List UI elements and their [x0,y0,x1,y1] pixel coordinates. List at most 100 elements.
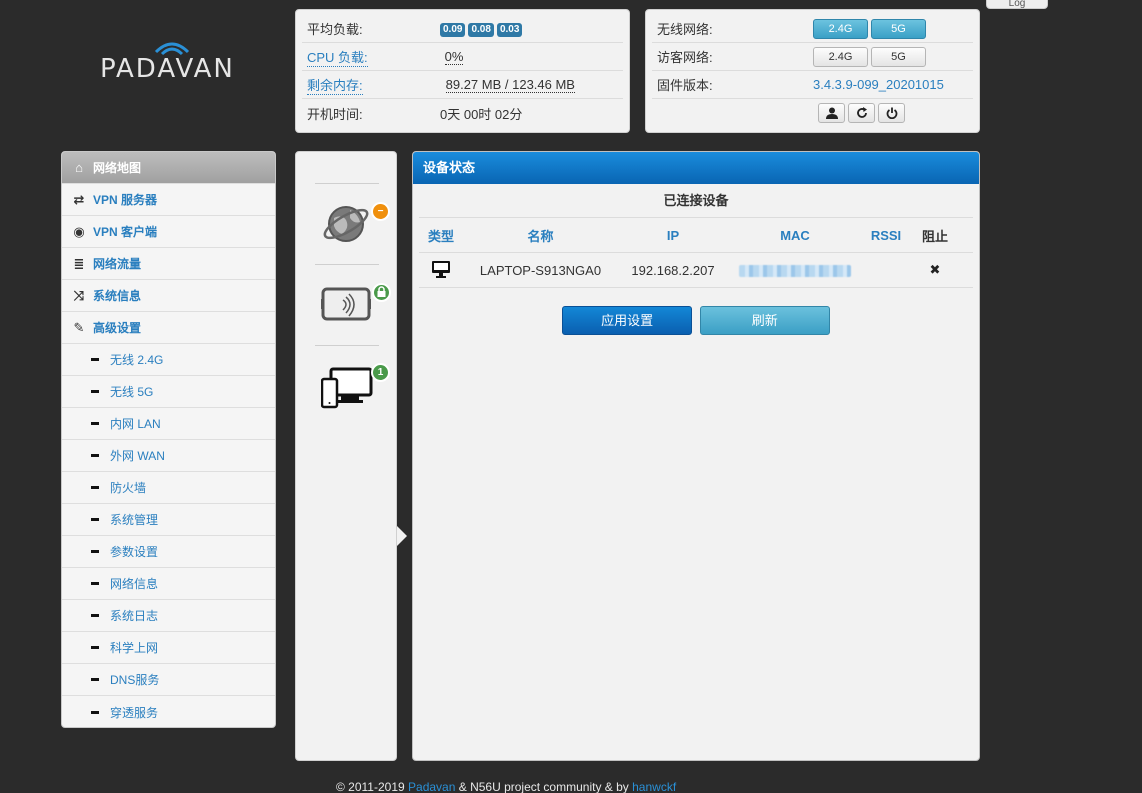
firmware-label: 固件版本: [657,78,713,93]
sidebar-sub-network-info[interactable]: 网络信息 [62,568,275,600]
reboot-button[interactable] [848,103,875,123]
wireless-status-panel: 无线网络: 2.4G 5G 访客网络: 2.4G 5G 固件版本: 3.4.3.9-… [645,9,980,133]
system-status-panel: 平均负载: 0.09 0.08 0.03 CPU 负载: 0% 剩余内存: 89.2… [295,9,630,133]
wifi-24g-button[interactable]: 2.4G [813,18,868,39]
sidebar-sub-wan[interactable]: 外网 WAN [62,440,275,472]
router-wireless-icon [321,287,371,321]
guest-wifi-label: 访客网络: [657,50,713,65]
logout-tab[interactable]: Log [986,0,1048,9]
wireless-status-button[interactable] [321,287,371,324]
padavan-logo: PADAVAN [100,38,246,100]
dash-icon [91,678,99,681]
sidebar-item-label: 系统信息 [93,289,142,303]
table-row: LAPTOP-S913NGA0 192.168.2.207 ✖ [419,253,973,288]
footer-link-hanwckf[interactable]: hanwckf [632,780,676,793]
divider [315,264,379,265]
sidebar-item-label: VPN 服务器 [93,193,158,207]
sidebar-sub-system-log[interactable]: 系统日志 [62,600,275,632]
sidebar-sub-label: 外网 WAN [110,449,165,463]
retweet-icon: ⇄ [73,191,85,207]
sidebar-sub-dns[interactable]: DNS服务 [62,664,275,696]
sidebar-sub-label: DNS服务 [110,673,160,687]
sidebar-item-traffic[interactable]: ≣ 网络流量 [62,248,275,280]
logo-text: PADAVAN [100,54,235,84]
device-name: LAPTOP-S913NGA0 [479,262,602,278]
sidebar-sub-label: 科学上网 [110,641,159,655]
free-memory-value: 89.27 MB / 123.46 MB [445,76,575,93]
desktop-icon [432,260,450,278]
panel-title: 设备状态 [413,152,979,184]
sidebar-sub-label: 参数设置 [110,545,159,559]
sidebar-sub-label: 网络信息 [110,577,159,591]
wifi-5g-button[interactable]: 5G [871,18,926,39]
sidebar-sub-lan[interactable]: 内网 LAN [62,408,275,440]
dash-icon [91,390,99,393]
connected-devices-heading: 已连接设备 [419,184,973,218]
guest-24g-button[interactable]: 2.4G [813,46,868,67]
cpu-load-link[interactable]: CPU 负载: [307,47,368,67]
dash-icon [91,518,99,521]
footer-link-padavan[interactable]: Padavan [408,780,455,793]
client-count-badge: 1 [371,363,390,382]
sidebar-sub-firewall[interactable]: 防火墙 [62,472,275,504]
cpu-load-value: 0% [444,48,464,65]
devices-icon [320,367,373,409]
internet-warning-badge: − [371,202,390,221]
power-icon [886,107,897,119]
dash-icon [91,614,99,617]
guest-5g-button[interactable]: 5G [871,46,926,67]
dash-icon [91,646,99,649]
sidebar-sub-parameters[interactable]: 参数设置 [62,536,275,568]
sidebar-sub-wireless-5g[interactable]: 无线 5G [62,376,275,408]
sidebar-sub-label: 系统日志 [110,609,159,623]
load-label: 平均负载: [307,22,363,37]
sidebar-sub-tunnel[interactable]: 穿透服务 [62,696,275,727]
refresh-icon [856,106,867,118]
sidebar-menu: ⌂ 网络地图 ⇄ VPN 服务器 ◉ VPN 客户端 ≣ 网络流量 ⤨ 系统信息 ✎ 高级设… [61,151,276,728]
device-type-cell [419,260,463,281]
sidebar-item-vpn-client[interactable]: ◉ VPN 客户端 [62,216,275,248]
free-memory-link[interactable]: 剩余内存: [307,75,363,95]
refresh-button[interactable]: 刷新 [699,306,830,335]
redacted-mac [739,265,851,278]
dash-icon [91,358,99,361]
user-button[interactable] [818,103,845,123]
dash-icon [91,582,99,585]
footer-copyright: © 2011-2019 [336,780,409,793]
block-device-button[interactable]: ✖ [910,262,960,278]
power-button[interactable] [878,103,905,123]
load-1min-badge: 0.09 [440,23,466,37]
sidebar-item-advanced[interactable]: ✎ 高级设置 [62,312,275,344]
list-icon: ≣ [73,255,85,271]
sidebar-item-vpn-server[interactable]: ⇄ VPN 服务器 [62,184,275,216]
column-ip: IP [666,227,680,243]
firmware-version-link[interactable]: 3.4.3.9-099_20201015 [813,77,944,92]
dash-icon [91,454,99,457]
home-icon: ⌂ [75,160,83,175]
sidebar-sub-proxy[interactable]: 科学上网 [62,632,275,664]
dash-icon [91,422,99,425]
clients-status-button[interactable] [320,367,373,412]
column-block: 阻止 [921,228,948,244]
dash-icon [91,550,99,553]
wifi-label: 无线网络: [657,22,713,37]
column-name: 名称 [527,228,554,244]
sidebar-sub-label: 无线 2.4G [110,353,164,367]
footer-community: & N56U project community & by [455,780,633,793]
load-values: 0.09 0.08 0.03 [440,20,525,37]
internet-status-button[interactable] [320,198,372,253]
action-bar: 应用设置 刷新 [413,306,979,335]
apply-settings-button[interactable]: 应用设置 [562,306,693,335]
dash-icon [91,486,99,489]
sidebar-sub-wireless-24g[interactable]: 无线 2.4G [62,344,275,376]
load-15min-badge: 0.03 [496,23,523,37]
sidebar-item-label: 网络流量 [93,257,142,271]
sidebar-sub-label: 穿透服务 [110,705,159,720]
sidebar-item-label: VPN 客户端 [93,225,158,239]
sidebar-item-network-map[interactable]: ⌂ 网络地图 [62,152,275,184]
active-pointer-arrow [397,526,407,546]
globe-icon: ◉ [73,223,85,239]
sidebar-item-system-info[interactable]: ⤨ 系统信息 [62,280,275,312]
uptime-label: 开机时间: [307,106,363,122]
sidebar-sub-administration[interactable]: 系统管理 [62,504,275,536]
